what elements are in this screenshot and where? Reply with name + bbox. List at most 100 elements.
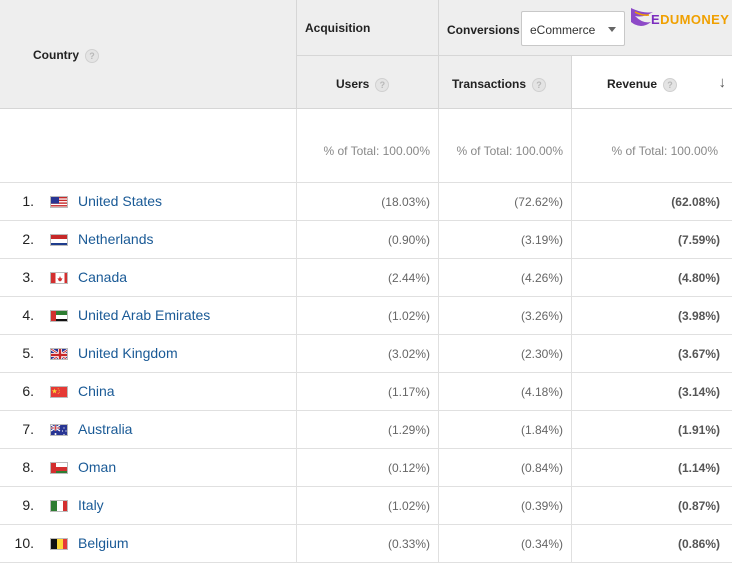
sort-descending-icon[interactable]: ↓ (719, 74, 727, 91)
transactions-column-header[interactable]: Transactions? (439, 56, 572, 109)
revenue-percent: (1.14%) (677, 461, 720, 475)
revenue-cell: (4.80%) (572, 259, 732, 296)
revenue-cell: (0.86%) (572, 525, 732, 562)
be-flag-icon (50, 538, 68, 550)
country-cell: 7. Australia (0, 411, 297, 448)
country-cell: 10. Belgium (0, 525, 297, 562)
totals-country-cell (0, 109, 297, 183)
users-header-label: Users (336, 77, 370, 91)
revenue-header-label: Revenue (607, 77, 658, 91)
transactions-percent: (0.39%) (520, 499, 563, 513)
data-rows: 1. United States (18.03%) (72.62%) (62.0… (0, 183, 732, 563)
help-icon[interactable]: ? (663, 77, 678, 92)
country-link[interactable]: Netherlands (78, 231, 154, 247)
edumoney-logo: EDUMONEY (629, 4, 732, 34)
table-row: 7. Australia (1.29%) (1.84%) (1.91%) (0, 411, 732, 449)
totals-transactions-cell: % of Total: 100.00% (439, 109, 572, 183)
transactions-cell: (2.30%) (439, 335, 572, 372)
country-cell: 2. Netherlands (0, 221, 297, 258)
users-percent: (0.90%) (387, 233, 430, 247)
revenue-cell: (3.98%) (572, 297, 732, 334)
users-percent: (2.44%) (387, 271, 430, 285)
help-icon[interactable]: ? (375, 77, 390, 92)
help-icon[interactable]: ? (85, 48, 99, 63)
users-cell: (18.03%) (297, 183, 439, 220)
help-icon[interactable]: ? (532, 77, 547, 92)
table-row: 2. Netherlands (0.90%) (3.19%) (7.59%) (0, 221, 732, 259)
revenue-percent: (3.67%) (677, 347, 720, 361)
revenue-percent: (3.98%) (677, 309, 720, 323)
country-report-table: Country? Acquisition Conversions eCommer… (0, 0, 732, 567)
users-cell: (1.02%) (297, 487, 439, 524)
totals-users-cell: % of Total: 100.00% (297, 109, 439, 183)
transactions-cell: (1.84%) (439, 411, 572, 448)
country-link[interactable]: United Arab Emirates (78, 307, 210, 323)
it-flag-icon (50, 500, 68, 512)
revenue-cell: (1.14%) (572, 449, 732, 486)
users-percent: (0.33%) (387, 537, 430, 551)
row-rank: 6. (22, 383, 34, 399)
revenue-column-header[interactable]: Revenue? ↓ (572, 56, 732, 109)
revenue-percent: (0.87%) (677, 499, 720, 513)
transactions-percent: (4.26%) (520, 271, 563, 285)
ca-flag-icon (50, 272, 68, 284)
transactions-header-label: Transactions (452, 77, 527, 91)
revenue-cell: (7.59%) (572, 221, 732, 258)
users-cell: (1.17%) (297, 373, 439, 410)
country-cell: 8. Oman (0, 449, 297, 486)
logo-text: EDUMONEY (651, 12, 730, 27)
country-link[interactable]: Belgium (78, 535, 129, 551)
country-link[interactable]: United States (78, 193, 162, 209)
users-cell: (1.02%) (297, 297, 439, 334)
transactions-cell: (4.18%) (439, 373, 572, 410)
row-rank: 2. (22, 231, 34, 247)
country-header-label: Country (33, 48, 79, 62)
revenue-percent: (3.14%) (677, 385, 720, 399)
users-percent: (1.29%) (387, 423, 430, 437)
users-percent: (1.17%) (387, 385, 430, 399)
acquisition-label: Acquisition (305, 21, 371, 35)
row-rank: 1. (22, 193, 34, 209)
transactions-cell: (3.26%) (439, 297, 572, 334)
country-link[interactable]: United Kingdom (78, 345, 178, 361)
row-rank: 7. (22, 421, 34, 437)
revenue-percent: (1.91%) (677, 423, 720, 437)
users-percent: (0.12%) (387, 461, 430, 475)
row-rank: 8. (22, 459, 34, 475)
conversions-goal-dropdown[interactable]: eCommerce (521, 11, 625, 46)
revenue-cell: (3.14%) (572, 373, 732, 410)
table-row: 9. Italy (1.02%) (0.39%) (0.87%) (0, 487, 732, 525)
revenue-percent: (4.80%) (677, 271, 720, 285)
table-row: 3. Canada (2.44%) (4.26%) (4.80%) (0, 259, 732, 297)
country-cell: 9. Italy (0, 487, 297, 524)
country-link[interactable]: China (78, 383, 115, 399)
users-column-header[interactable]: Users? (297, 56, 439, 109)
revenue-cell: (62.08%) (572, 183, 732, 220)
country-cell: 5. United Kingdom (0, 335, 297, 372)
transactions-cell: (4.26%) (439, 259, 572, 296)
country-link[interactable]: Canada (78, 269, 127, 285)
acquisition-group-header: Acquisition (297, 0, 439, 56)
row-rank: 9. (22, 497, 34, 513)
users-percent: (1.02%) (387, 499, 430, 513)
row-rank: 10. (14, 535, 34, 551)
revenue-total: % of Total: 100.00% (611, 144, 718, 158)
country-link[interactable]: Australia (78, 421, 132, 437)
transactions-cell: (0.39%) (439, 487, 572, 524)
transactions-percent: (72.62%) (514, 195, 563, 209)
country-column-header[interactable]: Country? (0, 0, 297, 109)
revenue-cell: (3.67%) (572, 335, 732, 372)
country-link[interactable]: Italy (78, 497, 104, 513)
users-cell: (0.33%) (297, 525, 439, 562)
revenue-cell: (0.87%) (572, 487, 732, 524)
conversions-group-header: Conversions eCommerce EDUMONEY (439, 0, 732, 56)
revenue-percent: (62.08%) (671, 195, 720, 209)
country-link[interactable]: Oman (78, 459, 116, 475)
cn-flag-icon (50, 386, 68, 398)
transactions-percent: (3.19%) (520, 233, 563, 247)
row-rank: 5. (22, 345, 34, 361)
table-row: 5. United Kingdom (3.02%) (2.30%) (3.67%… (0, 335, 732, 373)
transactions-cell: (0.84%) (439, 449, 572, 486)
transactions-cell: (0.34%) (439, 525, 572, 562)
chevron-down-icon (608, 27, 616, 32)
